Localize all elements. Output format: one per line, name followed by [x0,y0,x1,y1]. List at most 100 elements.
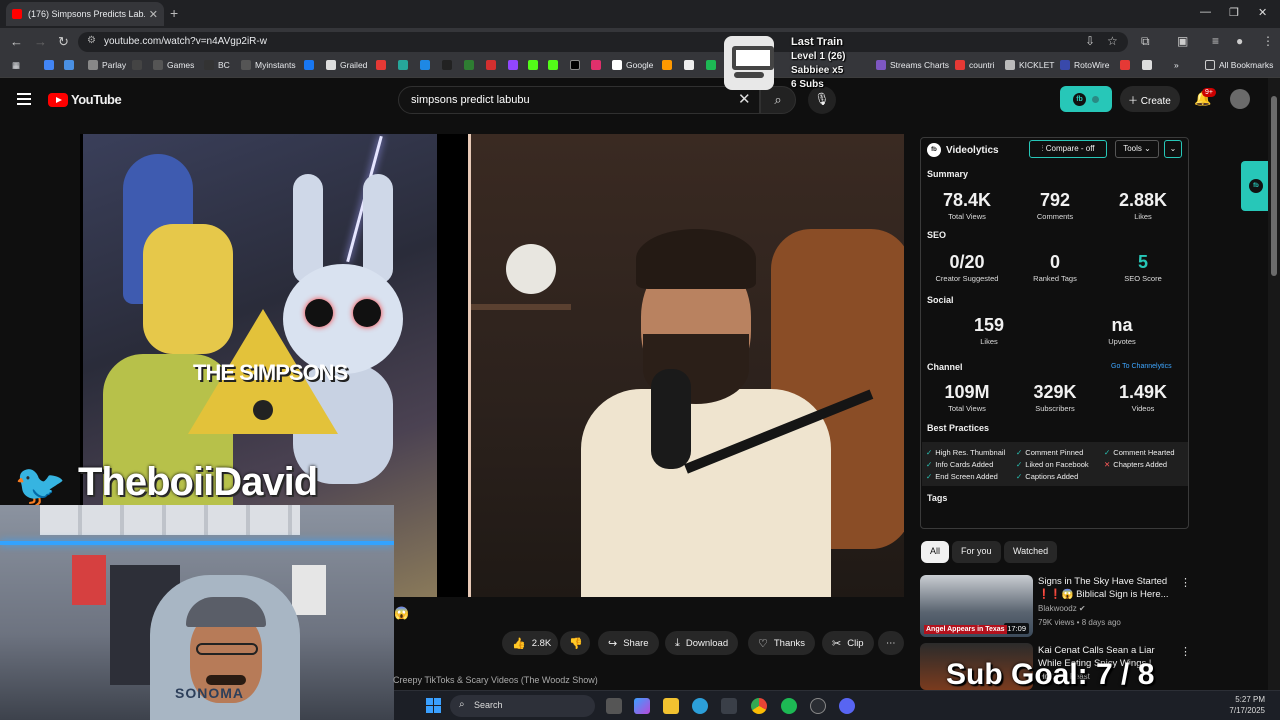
taskview-icon[interactable] [606,698,622,714]
clear-search-icon[interactable]: ✕ [738,90,751,108]
hamburger-menu-icon[interactable] [17,93,31,105]
thanks-icon: ♡ [758,637,768,650]
videolytics-toggle-button[interactable]: fb [1060,86,1112,112]
bookmark-icon[interactable] [398,60,412,70]
chip-all[interactable]: All [921,541,950,563]
bookmark-grailed[interactable]: Grailed [326,60,367,70]
compare-button[interactable]: ⫶ Compare - off [1029,140,1107,158]
rec-more-icon[interactable]: ⋮ [1180,645,1191,658]
site-info-icon[interactable]: ⚙ [87,35,96,46]
search-button[interactable]: ⌕ [760,86,796,114]
new-tab-icon[interactable]: + [170,5,178,21]
taskbar-search[interactable]: ⌕ Search [450,695,595,717]
bookmark-bc[interactable]: BC [204,60,230,70]
dislike-button[interactable]: 👎 [560,631,590,655]
chrome-icon[interactable] [751,698,767,714]
bookmark-countri[interactable]: countri [955,60,995,70]
tools-button[interactable]: Tools ⌄ [1115,140,1159,158]
bookmark-icon[interactable] [132,60,146,70]
channelytics-link[interactable]: Go To Channelytics [1111,363,1172,370]
more-bookmarks-icon[interactable]: » [1174,60,1179,70]
chip-for-you[interactable]: For you [952,541,1001,563]
browser-tab-bar: (176) Simpsons Predicts Lab... ✕ + — ❐ ✕ [0,0,1280,28]
youtube-logo[interactable]: YouTube [48,92,122,107]
rec-title[interactable]: Signs in The Sky Have Started ❗❗😱 Biblic… [1038,575,1170,601]
chip-watched[interactable]: Watched [1004,541,1058,563]
bookmark-icon[interactable] [442,60,456,70]
ranked-tags-stat: 0 Ranked Tags [1033,252,1077,283]
bookmark-icon[interactable] [548,60,562,70]
bookmark-star-icon[interactable]: ☆ [1107,34,1118,48]
bookmark-kicklet[interactable]: KICKLET [1005,60,1054,70]
bookmark-icon[interactable] [684,60,698,70]
edge-icon[interactable] [692,698,708,714]
close-window-icon[interactable]: ✕ [1258,6,1267,19]
forward-icon[interactable]: → [34,34,47,49]
more-actions-button[interactable]: ⋯ [878,631,904,655]
rec-thumbnail[interactable]: 17:09 Angel Appears in Texas [920,575,1033,637]
bookmark-icon[interactable] [486,60,500,70]
bookmark-icon[interactable] [420,60,434,70]
bookmark-icon[interactable] [304,60,318,70]
address-bar[interactable]: ⚙ youtube.com/watch?v=n4AVgp2iR-w [78,32,1128,52]
copilot-icon[interactable] [634,698,650,714]
all-bookmarks[interactable]: All Bookmarks [1205,60,1273,70]
browser-tab[interactable]: (176) Simpsons Predicts Lab... ✕ [6,2,164,26]
spotify-icon[interactable] [781,698,797,714]
windows-start-icon[interactable] [426,698,441,713]
bookmark-games[interactable]: Games [153,60,194,70]
bookmark-icon[interactable] [662,60,676,70]
bookmark-icon[interactable] [376,60,390,70]
rec-channel[interactable]: Blakwoodz ✔ [1038,604,1086,613]
store-icon[interactable] [721,698,737,714]
discord-icon[interactable] [839,698,855,714]
rec-more-icon[interactable]: ⋮ [1180,576,1191,589]
apps-icon[interactable]: ▦ [12,60,20,71]
bookmark-rotowire[interactable]: RotoWire [1060,60,1109,70]
obs-icon[interactable] [810,698,826,714]
media-icon[interactable]: ≡ [1212,34,1219,48]
download-button[interactable]: ⤓ Download [665,631,739,655]
bookmark-icon[interactable] [64,60,78,70]
profile-icon[interactable]: ● [1236,34,1243,48]
bookmark-icon[interactable] [464,60,478,70]
status-dot-icon [1092,96,1099,103]
extensions-icon[interactable]: ⧉ [1141,34,1150,49]
clip-button[interactable]: ✂ Clip [822,631,874,655]
page-scrollbar[interactable] [1268,78,1280,690]
install-icon[interactable]: ⇩ [1085,34,1095,48]
reload-icon[interactable]: ↻ [58,34,69,50]
maximize-icon[interactable]: ❐ [1229,6,1239,19]
bookmark-icon[interactable] [706,60,720,70]
bookmark-icon[interactable] [591,60,605,70]
bookmark-icon[interactable] [44,60,58,70]
file-explorer-icon[interactable] [663,698,679,714]
minimize-icon[interactable]: — [1200,6,1211,18]
bookmark-streams-charts[interactable]: Streams Charts [876,60,949,70]
back-icon[interactable]: ← [10,34,23,49]
create-button[interactable]: ＋ Create [1120,86,1180,112]
taskbar-clock[interactable]: 5:27 PM 7/17/2025 [1219,694,1265,716]
train-subs: 6 Subs [791,79,824,90]
bookmark-parlay[interactable]: Parlay [88,60,126,70]
thanks-button[interactable]: ♡ Thanks [748,631,816,655]
menu-icon[interactable]: ⋮ [1262,34,1274,48]
bookmark-icon[interactable] [528,60,542,70]
share-button[interactable]: ↪ Share [598,631,659,655]
sidepanel-icon[interactable]: ▣ [1177,34,1188,48]
bookmark-icon[interactable] [570,60,584,70]
bookmark-icon[interactable] [1120,60,1134,70]
videolytics-side-tab[interactable]: fb [1241,161,1271,211]
voice-search-button[interactable]: 🎙 [808,86,836,114]
thumb-caption: Angel Appears in Texas [924,625,1007,634]
close-tab-icon[interactable]: ✕ [149,8,158,21]
bookmark-google[interactable]: Google [612,60,653,70]
search-input[interactable]: simpsons predict labubu [398,86,760,114]
bookmark-icon[interactable] [508,60,522,70]
like-button[interactable]: 👍 2.8K [502,631,558,655]
avatar[interactable] [1230,89,1250,109]
scrollbar-thumb[interactable] [1271,96,1277,276]
bookmark-myinstants[interactable]: Myinstants [241,60,296,70]
collapse-icon[interactable]: ⌄ [1164,140,1182,158]
bookmark-icon[interactable] [1142,60,1156,70]
